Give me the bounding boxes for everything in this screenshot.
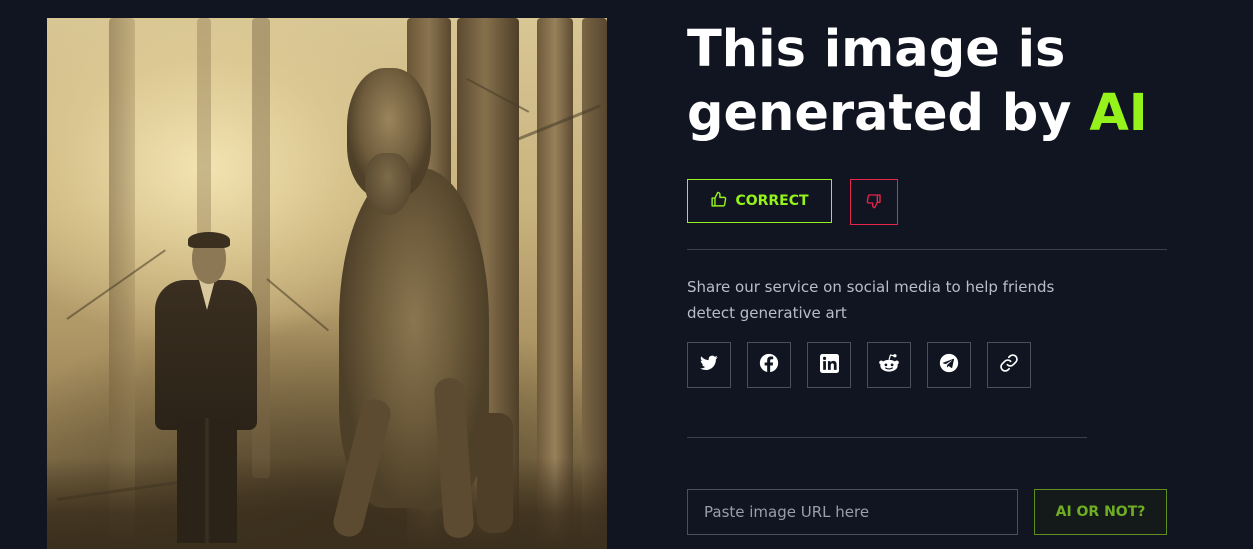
divider (687, 437, 1087, 438)
link-icon (999, 353, 1019, 377)
linkedin-icon (819, 353, 839, 377)
share-telegram-button[interactable] (927, 342, 971, 388)
result-headline: This image is generated by AI (687, 18, 1207, 146)
divider (687, 249, 1167, 250)
correct-button-label: CORRECT (735, 193, 809, 209)
reddit-icon (878, 353, 900, 377)
share-linkedin-button[interactable] (807, 342, 851, 388)
analyzed-image (47, 18, 607, 549)
share-description: Share our service on social media to hel… (687, 278, 1055, 322)
page: This image is generated by AI CORRECT Sh… (0, 0, 1253, 549)
headline-accent: AI (1089, 84, 1148, 143)
thumbs-down-icon (866, 193, 882, 212)
twitter-icon (700, 355, 718, 375)
share-twitter-button[interactable] (687, 342, 731, 388)
thumbs-up-icon (710, 191, 727, 212)
headline-line-2: generated by (687, 84, 1090, 143)
incorrect-button[interactable] (850, 179, 898, 225)
correct-button[interactable]: CORRECT (687, 179, 832, 223)
ai-or-not-button[interactable]: AI OR NOT? (1034, 489, 1167, 535)
share-reddit-button[interactable] (867, 342, 911, 388)
image-url-input[interactable] (687, 489, 1018, 535)
share-facebook-button[interactable] (747, 342, 791, 388)
facebook-icon (759, 353, 779, 377)
copy-link-button[interactable] (987, 342, 1031, 388)
headline-line-1: This image is (687, 20, 1066, 79)
telegram-icon (939, 353, 959, 377)
